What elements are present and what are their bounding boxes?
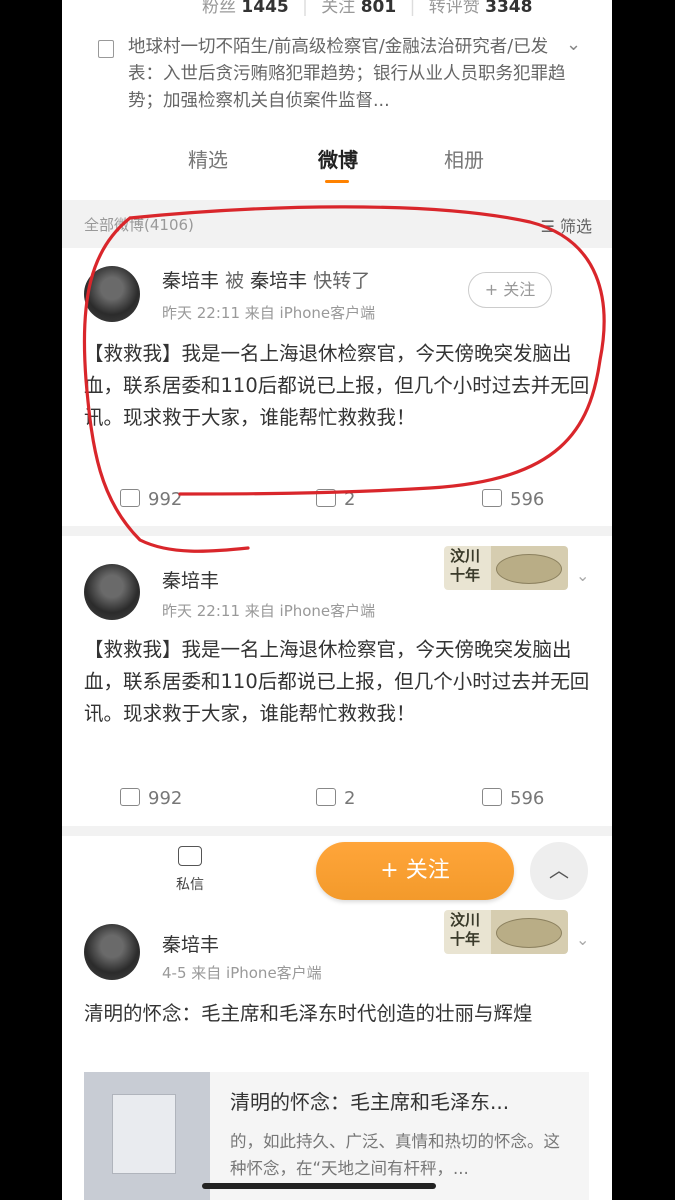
annotation-stroke (82, 205, 606, 553)
red-annotation-circle (82, 205, 606, 553)
